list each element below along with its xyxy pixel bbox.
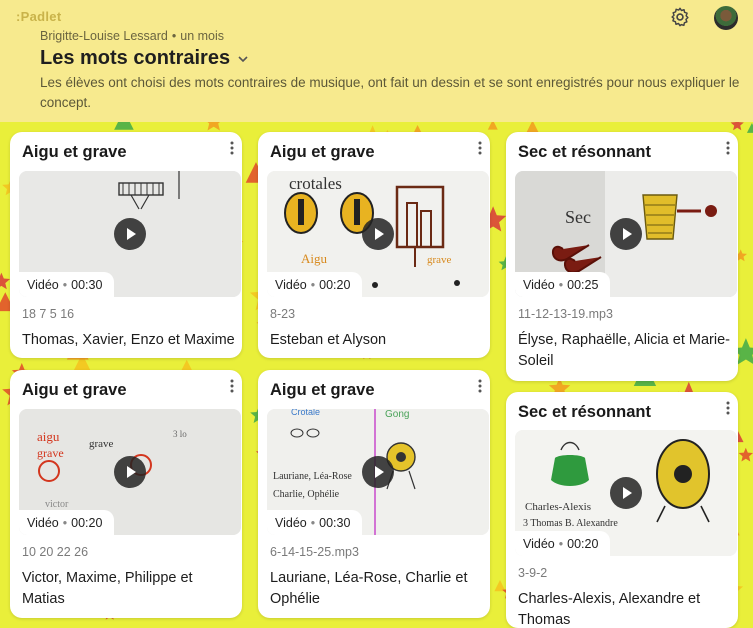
user-avatar[interactable] (714, 6, 738, 30)
board-header: :Padlet Brigitte-Louise Lessard • un mois … (0, 0, 753, 122)
post-body: Victor, Maxime, Philippe et Matias (22, 570, 193, 607)
post-body: Esteban et Alyson (270, 332, 387, 348)
attachment-filename: 8-23 (270, 307, 296, 321)
svg-text:grave: grave (89, 438, 114, 450)
svg-text:Aigu: Aigu (301, 251, 328, 266)
post-card[interactable]: Sec et résonnant Charles-Alexis 3 Thomas… (506, 392, 738, 628)
play-icon[interactable] (114, 218, 146, 250)
post-meta: Brigitte-Louise Lessard • un mois (40, 29, 224, 43)
video-thumbnail[interactable]: Charles-Alexis 3 Thomas B. Alexandre Vid… (515, 430, 737, 556)
more-vertical-icon[interactable] (723, 140, 733, 156)
post-body: Charles-Alexis, Alexandre et Thomas (518, 591, 701, 628)
post-card[interactable]: Aigu et grave Crotale Gong Lauriane, Léa… (258, 370, 490, 618)
meta-separator: • (171, 29, 177, 43)
video-thumbnail[interactable]: Crotale Gong Lauriane, Léa-Rose Charlie,… (267, 409, 489, 535)
attachment-filename: 11-12-13-19.mp3 (518, 307, 613, 321)
more-vertical-icon[interactable] (475, 140, 485, 156)
post-title: Sec et résonnant (518, 143, 651, 161)
svg-text:3 lo: 3 lo (173, 429, 187, 439)
video-badge: Vidéo • 00:30 (267, 510, 363, 535)
svg-text:Crotale: Crotale (291, 409, 320, 417)
pattern-shape (0, 272, 11, 290)
video-badge: Vidéo • 00:30 (19, 272, 115, 297)
post-title: Aigu et grave (22, 143, 127, 161)
video-badge: Vidéo • 00:20 (267, 272, 363, 297)
pattern-shape (181, 359, 193, 371)
attachment-filename: 3-9-2 (518, 566, 548, 580)
post-body: Thomas, Xavier, Enzo et Maxime (22, 332, 235, 348)
attachment-filename: 10 20 22 26 (22, 545, 89, 559)
gear-icon[interactable] (669, 6, 691, 28)
post-body: Lauriane, Léa-Rose, Charlie et Ophélie (270, 570, 468, 607)
svg-text:grave: grave (427, 254, 452, 266)
chevron-down-icon (238, 55, 248, 62)
author-name: Brigitte-Louise Lessard (40, 29, 168, 43)
more-vertical-icon[interactable] (723, 400, 733, 416)
board-title-dropdown[interactable]: Les mots contraires (40, 47, 249, 70)
svg-text:3 Thomas B. Alexandre: 3 Thomas B. Alexandre (523, 518, 618, 529)
svg-text:aigu: aigu (37, 429, 60, 444)
pattern-shape (207, 122, 220, 131)
post-card[interactable]: Sec et résonnant Sec Vidéo • 00:25 11-12-1… (506, 132, 738, 381)
post-card[interactable]: Aigu et grave Vidéo • 00:30 18 7 5 16 Thom… (10, 132, 242, 358)
pattern-shape (487, 122, 498, 130)
play-icon[interactable] (362, 456, 394, 488)
video-thumbnail[interactable]: Vidéo • 00:30 (19, 171, 241, 297)
more-vertical-icon[interactable] (227, 378, 237, 394)
play-icon[interactable] (610, 218, 642, 250)
pattern-shape (494, 580, 506, 592)
svg-text:Gong: Gong (385, 409, 409, 420)
pattern-shape (114, 122, 134, 130)
svg-text:Charles-Alexis: Charles-Alexis (525, 501, 591, 513)
video-thumbnail[interactable]: aigu grave grave victor 3 lo Vidéo • 00:20 (19, 409, 241, 535)
post-body: Élyse, Raphaëlle, Alicia et Marie-Soleil (518, 332, 730, 369)
attachment-filename: 18 7 5 16 (22, 307, 75, 321)
svg-text:Sec: Sec (565, 207, 591, 227)
svg-text:Charlie, Ophélie: Charlie, Ophélie (273, 489, 340, 500)
play-icon[interactable] (610, 477, 642, 509)
wall-background: Aigu et grave Vidéo • 00:30 18 7 5 16 Thom… (0, 122, 753, 628)
pattern-shape (738, 447, 753, 462)
more-vertical-icon[interactable] (227, 140, 237, 156)
svg-text:Lauriane, Léa-Rose: Lauriane, Léa-Rose (273, 471, 352, 482)
padlet-logo[interactable]: :Padlet (16, 9, 61, 24)
attachment-filename: 6-14-15-25.mp3 (270, 545, 359, 559)
video-thumbnail[interactable]: Sec Vidéo • 00:25 (515, 171, 737, 297)
video-badge: Vidéo • 00:20 (19, 510, 115, 535)
board-title: Les mots contraires (40, 47, 231, 69)
svg-text:crotales: crotales (289, 174, 342, 193)
post-title: Sec et résonnant (518, 403, 651, 421)
svg-text:grave: grave (37, 446, 64, 460)
post-card[interactable]: Aigu et grave aigu grave grave victor 3 … (10, 370, 242, 618)
pattern-shape (730, 122, 744, 131)
more-vertical-icon[interactable] (475, 378, 485, 394)
svg-text:victor: victor (45, 499, 69, 510)
video-thumbnail[interactable]: crotales Aigu grave Vidéo • 00:20 (267, 171, 489, 297)
post-title: Aigu et grave (22, 381, 127, 399)
play-icon[interactable] (362, 218, 394, 250)
post-title: Aigu et grave (270, 381, 375, 399)
video-badge: Vidéo • 00:25 (515, 272, 611, 297)
play-icon[interactable] (114, 456, 146, 488)
board-description: Les élèves ont choisi des mots contraire… (40, 75, 740, 110)
pattern-shape (746, 122, 753, 133)
post-title: Aigu et grave (270, 143, 375, 161)
post-time: un mois (180, 29, 225, 43)
post-card[interactable]: Aigu et grave crotales Aigu grave Vidéo •… (258, 132, 490, 358)
video-badge: Vidéo • 00:20 (515, 531, 611, 556)
